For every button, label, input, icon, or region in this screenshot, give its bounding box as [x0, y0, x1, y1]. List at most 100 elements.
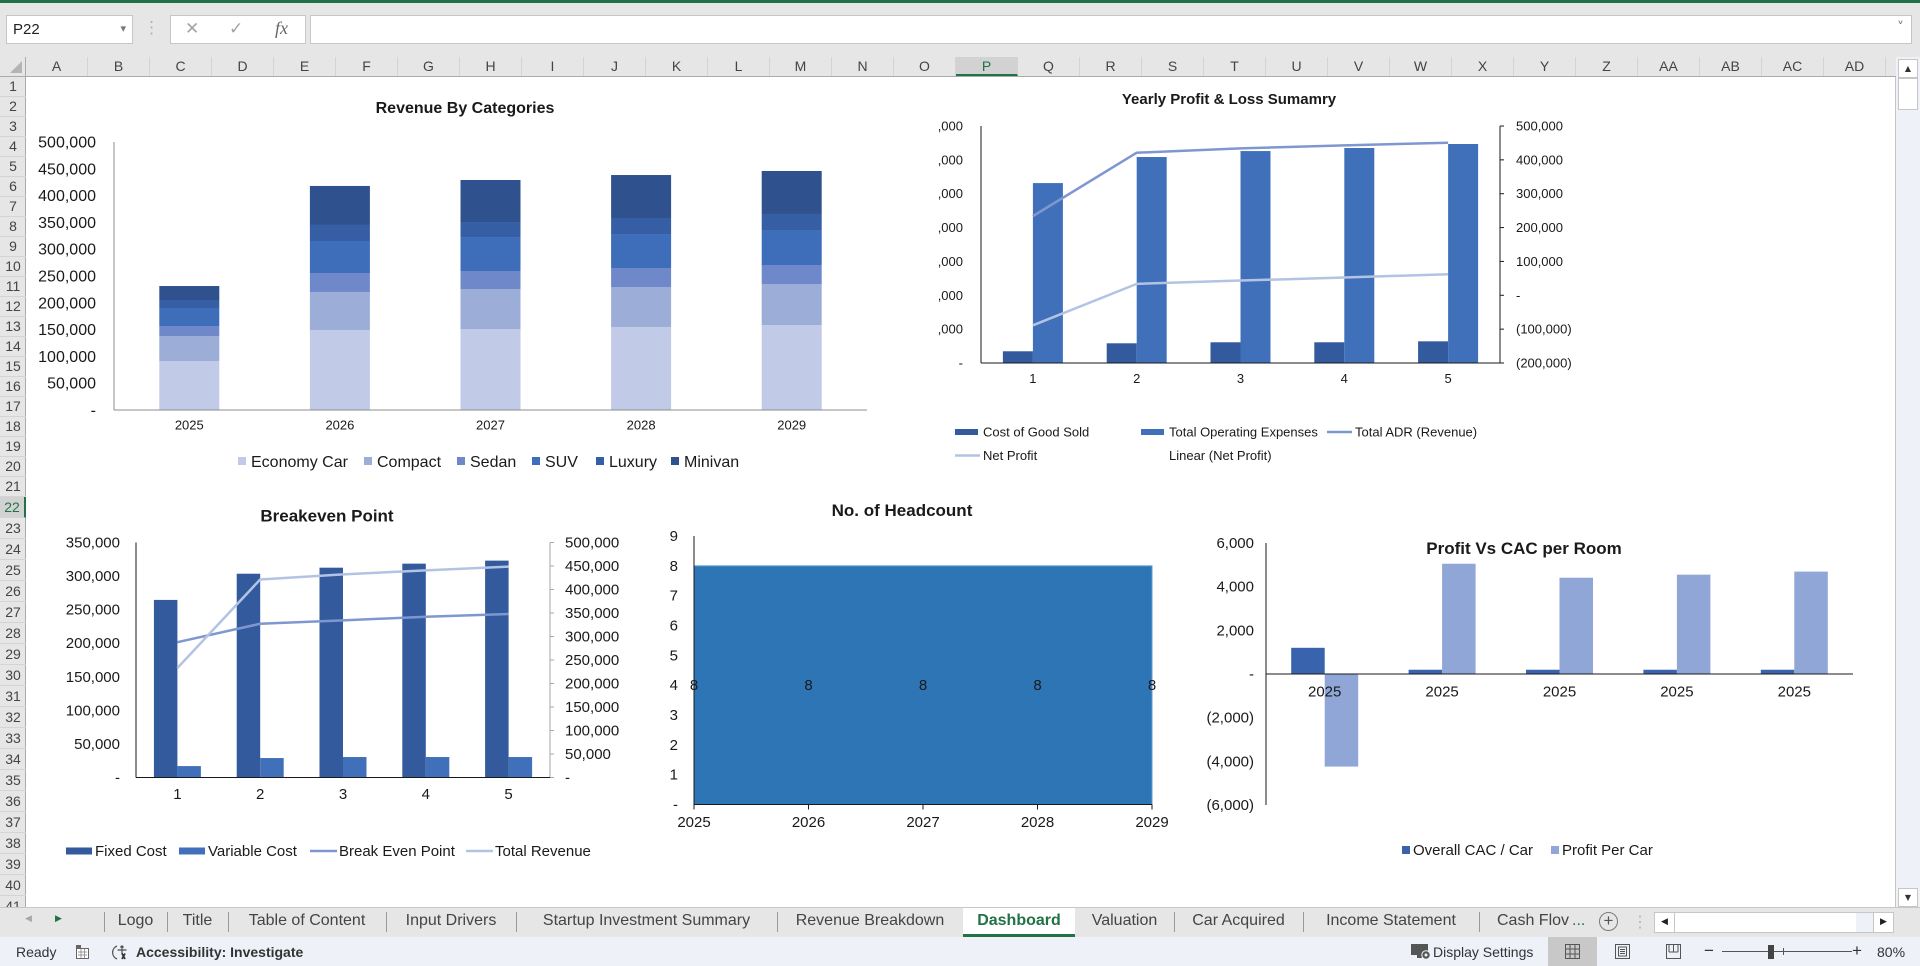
bar-profit-per-car[interactable]: [1794, 571, 1828, 674]
bar-variable-cost[interactable]: [260, 758, 284, 778]
accessibility-status[interactable]: Accessibility: Investigate: [136, 944, 303, 960]
bar-luxury[interactable]: [611, 218, 672, 235]
normal-view-button[interactable]: [1548, 937, 1597, 966]
bar-luxury[interactable]: [761, 213, 822, 231]
bar-overall-cac-car[interactable]: [1291, 647, 1325, 674]
sheet-tab-valuation[interactable]: Valuation: [1075, 908, 1174, 937]
bar-fixed-cost[interactable]: [153, 599, 178, 778]
macro-recording-icon[interactable]: [76, 945, 89, 962]
sheet-tab-dashboard[interactable]: Dashboard: [963, 908, 1075, 937]
bar-compact[interactable]: [309, 291, 370, 330]
add-sheet-icon[interactable]: +: [1599, 912, 1618, 931]
horizontal-scroll-track-end[interactable]: [1856, 913, 1874, 932]
chart-revenue-by-categories[interactable]: Revenue By Categories - 50,000 100,000 150,0…: [30, 85, 890, 480]
bar-suv[interactable]: [460, 237, 521, 272]
bar-economy-car[interactable]: [460, 329, 521, 410]
sheet-tab-logo[interactable]: Logo: [104, 908, 167, 937]
sheet-tab-table-of-content[interactable]: Table of Content: [228, 908, 386, 937]
chart-profit-vs-cac-per-room[interactable]: Profit Vs CAC per Room (6,000) (4,000) (2,0…: [1195, 525, 1870, 870]
bar-profit-per-car[interactable]: [1676, 574, 1711, 674]
bar-total-operating-expenses[interactable]: [1344, 148, 1375, 363]
bar-minivan[interactable]: [460, 180, 521, 223]
bar-compact[interactable]: [611, 286, 672, 327]
bar-minivan[interactable]: [309, 185, 370, 225]
bar-variable-cost[interactable]: [343, 757, 367, 778]
bar-sedan[interactable]: [309, 272, 370, 292]
display-settings-button[interactable]: Display Settings: [1433, 944, 1533, 960]
bar-total-operating-expenses[interactable]: [1448, 144, 1479, 363]
bar-overall-cac-car[interactable]: [1408, 669, 1443, 674]
chart-no-of-headcount[interactable]: No. of Headcount - 1 2 3 4 5 6 7 8 9 2025 8 2026 8 2027…: [655, 495, 1180, 840]
bar-suv[interactable]: [611, 234, 672, 269]
bar-profit-per-car[interactable]: [1559, 577, 1594, 674]
bar-cost-of-good-sold[interactable]: [1106, 343, 1137, 363]
next-sheet-icon[interactable]: ▶: [55, 914, 62, 924]
bar-cost-of-good-sold[interactable]: [1002, 351, 1033, 363]
bar-total-operating-expenses[interactable]: [1240, 151, 1271, 363]
bar-compact[interactable]: [460, 289, 521, 330]
bar-variable-cost[interactable]: [425, 757, 450, 778]
bar-luxury[interactable]: [460, 222, 521, 238]
tab-split-handle-icon[interactable]: ⋮: [1632, 912, 1648, 932]
bar-variable-cost[interactable]: [177, 766, 201, 778]
bar-suv[interactable]: [159, 307, 220, 327]
bar-overall-cac-car[interactable]: [1526, 669, 1560, 674]
previous-sheet-icon[interactable]: ◀: [25, 914, 32, 924]
chart-area[interactable]: [1195, 525, 1870, 870]
sheet-tab-revenue-breakdown[interactable]: Revenue Breakdown: [777, 908, 963, 937]
bar-fixed-cost[interactable]: [485, 560, 509, 778]
bar-total-operating-expenses[interactable]: [1136, 157, 1167, 363]
sheet-tab-car-acquired[interactable]: Car Acquired: [1174, 908, 1303, 937]
bar-economy-car[interactable]: [761, 324, 822, 410]
sheet-tab-cash-flow[interactable]: Cash Flov...: [1479, 908, 1599, 937]
bar-suv[interactable]: [761, 230, 822, 266]
bar-total-operating-expenses[interactable]: [1032, 183, 1063, 363]
display-settings-icon[interactable]: [1411, 943, 1432, 964]
bar-fixed-cost[interactable]: [319, 567, 344, 778]
bar-overall-cac-car[interactable]: [1760, 669, 1795, 674]
chart-area[interactable]: [30, 85, 890, 480]
horizontal-scrollbar[interactable]: ◀ ▶: [1654, 912, 1894, 933]
sheet-tab-input-drivers[interactable]: Input Drivers: [386, 908, 516, 937]
bar-economy-car[interactable]: [611, 326, 672, 410]
bar-minivan[interactable]: [159, 286, 220, 301]
page-layout-view-button[interactable]: [1598, 937, 1647, 966]
bar-sedan[interactable]: [460, 271, 521, 290]
bar-economy-car[interactable]: [159, 361, 220, 410]
bar-compact[interactable]: [159, 336, 220, 362]
bar-variable-cost[interactable]: [508, 757, 533, 778]
chart-breakeven-point[interactable]: Breakeven Point-50,000100,000150,000200,…: [40, 498, 650, 870]
bar-economy-car[interactable]: [309, 329, 370, 410]
chart-area[interactable]: [40, 498, 650, 870]
sheet-tab-startup-investment-summary[interactable]: Startup Investment Summary: [516, 908, 777, 937]
bar-suv[interactable]: [309, 240, 370, 273]
bar-profit-per-car[interactable]: [1442, 563, 1476, 674]
sheet-tab-income-statement[interactable]: Income Statement: [1303, 908, 1479, 937]
bar-cost-of-good-sold[interactable]: [1418, 341, 1449, 363]
bar-luxury[interactable]: [309, 224, 370, 241]
bar-fixed-cost[interactable]: [236, 573, 261, 778]
scroll-left-icon[interactable]: ◀: [1655, 913, 1675, 932]
bar-luxury[interactable]: [159, 300, 220, 308]
zoom-slider-track[interactable]: [1722, 951, 1852, 952]
more-sheets-indicator[interactable]: ...: [1572, 912, 1585, 929]
bar-fixed-cost[interactable]: [402, 563, 426, 778]
accessibility-icon[interactable]: [111, 944, 133, 964]
zoom-level[interactable]: 80%: [1877, 944, 1905, 960]
sheet-tab-title[interactable]: Title: [167, 908, 228, 937]
scroll-right-icon[interactable]: ▶: [1873, 913, 1893, 932]
bar-cost-of-good-sold[interactable]: [1210, 342, 1241, 363]
bar-minivan[interactable]: [761, 170, 822, 214]
bar-sedan[interactable]: [611, 268, 672, 287]
page-break-preview-button[interactable]: [1649, 937, 1698, 966]
bar-sedan[interactable]: [159, 326, 220, 337]
bar-compact[interactable]: [761, 283, 822, 325]
zoom-slider-thumb[interactable]: [1768, 945, 1774, 959]
bar-overall-cac-car[interactable]: [1643, 669, 1677, 674]
bar-minivan[interactable]: [611, 175, 672, 219]
bar-sedan[interactable]: [761, 265, 822, 284]
chart-yearly-profit-loss-summary[interactable]: Yearly Profit & Loss Sumamry - ,000 ,000 ,00…: [937, 85, 1572, 475]
zoom-out-icon[interactable]: −: [1704, 941, 1714, 961]
zoom-in-icon[interactable]: +: [1852, 941, 1862, 961]
bar-cost-of-good-sold[interactable]: [1314, 342, 1345, 363]
